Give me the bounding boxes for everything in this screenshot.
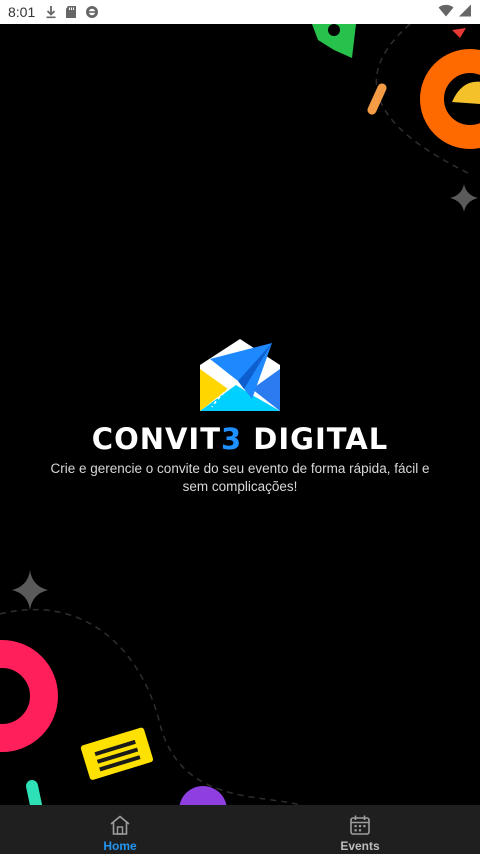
nav-events[interactable]: Events	[240, 805, 480, 854]
nav-home-label: Home	[103, 839, 137, 853]
sd-card-icon	[65, 5, 77, 19]
wifi-icon	[438, 4, 454, 20]
status-bar: 8:01	[0, 0, 480, 24]
signal-icon	[458, 4, 472, 20]
home-icon	[110, 815, 130, 835]
splash-content: CONVIT3 DIGITAL Crie e gerencie o convit…	[0, 24, 480, 805]
bottom-navigation: Home Events	[0, 805, 480, 854]
brand-name-part2: DIGITAL	[242, 422, 389, 456]
calendar-icon	[350, 815, 370, 835]
brand-name-accent: 3	[221, 422, 243, 456]
convite-logo-icon	[200, 339, 280, 411]
download-icon	[45, 5, 57, 19]
brand-title: CONVIT3 DIGITAL	[0, 422, 480, 456]
brand-tagline: Crie e gerencie o convite do seu evento …	[50, 461, 430, 494]
nav-events-label: Events	[340, 839, 380, 853]
sync-icon	[85, 5, 99, 19]
status-right-icons	[438, 4, 472, 20]
location-pin-shape	[312, 24, 356, 58]
brand-name-part1: CONVIT	[91, 422, 222, 456]
nav-home[interactable]: Home	[0, 805, 240, 854]
status-time: 8:01	[8, 4, 36, 20]
